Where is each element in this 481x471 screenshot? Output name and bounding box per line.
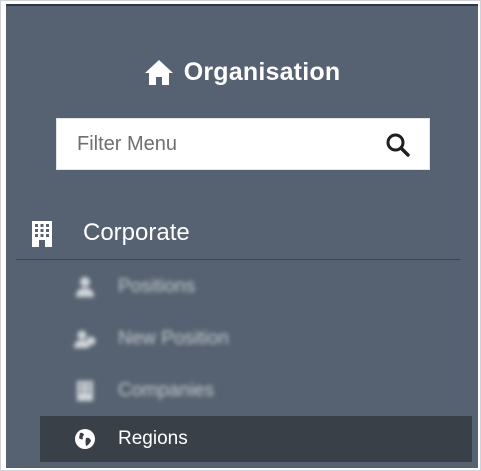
section-label: Corporate xyxy=(83,219,190,246)
menu-item-new-position[interactable]: New Position xyxy=(40,316,472,362)
menu-item-positions[interactable]: Positions xyxy=(40,264,472,310)
page-title: Organisation xyxy=(183,57,341,86)
search-icon[interactable] xyxy=(385,132,411,158)
menu-header[interactable]: Organisation xyxy=(6,50,478,94)
search-input[interactable] xyxy=(57,119,377,169)
section-corporate[interactable]: Corporate xyxy=(6,206,478,262)
menu-item-label: Positions xyxy=(118,276,196,297)
organisation-menu-panel: Organisation Corporate Posit xyxy=(6,6,478,468)
building-icon xyxy=(77,381,93,401)
section-divider xyxy=(16,259,460,260)
menu-item-label: Companies xyxy=(118,380,215,401)
menu-item-companies[interactable]: Companies xyxy=(40,368,472,414)
menu-item-regions[interactable]: Regions xyxy=(40,416,472,462)
building-icon xyxy=(32,221,52,247)
menu-item-label: New Position xyxy=(118,328,229,349)
home-icon xyxy=(144,60,173,85)
menu-item-label: Regions xyxy=(118,428,188,449)
globe-icon xyxy=(75,429,95,449)
add-person-icon xyxy=(74,330,96,348)
person-icon xyxy=(76,277,94,297)
filter-menu-search[interactable] xyxy=(56,118,430,170)
